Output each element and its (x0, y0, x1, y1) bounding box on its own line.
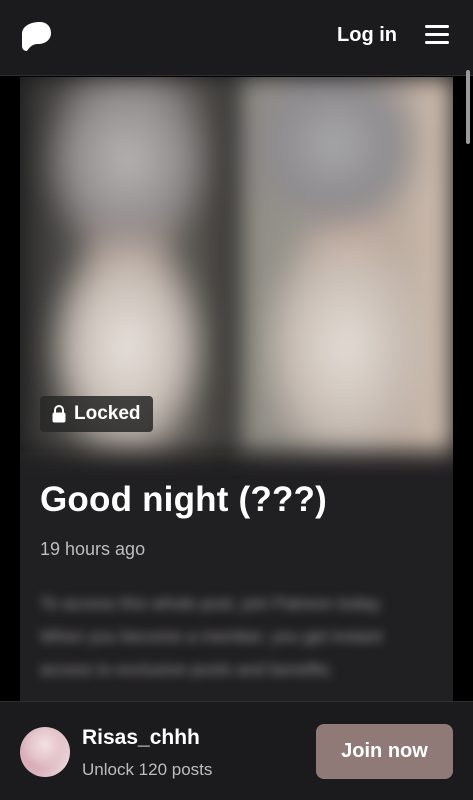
join-footer: Risas_chhh Unlock 120 posts Join now (0, 701, 473, 800)
post-title[interactable]: Good night (???) (40, 480, 327, 520)
join-now-button[interactable]: Join now (316, 724, 453, 779)
lock-icon (52, 405, 66, 423)
login-link[interactable]: Log in (337, 24, 397, 47)
scrollbar[interactable] (466, 70, 470, 144)
blurred-image (238, 77, 453, 452)
locked-badge: Locked (40, 396, 153, 432)
post-card[interactable]: Locked Good night (???) 19 hours ago To … (20, 77, 453, 717)
locked-label: Locked (74, 403, 141, 424)
patreon-logo-icon[interactable] (20, 20, 52, 52)
creator-name[interactable]: Risas_chhh (82, 726, 200, 750)
post-timestamp: 19 hours ago (40, 539, 146, 559)
post-teaser: To access this whole post, join Patreon … (40, 594, 383, 679)
top-header: Log in (0, 0, 473, 76)
unlock-posts-text: Unlock 120 posts (82, 760, 213, 779)
avatar[interactable] (20, 727, 70, 777)
hamburger-menu-icon[interactable] (425, 25, 449, 45)
